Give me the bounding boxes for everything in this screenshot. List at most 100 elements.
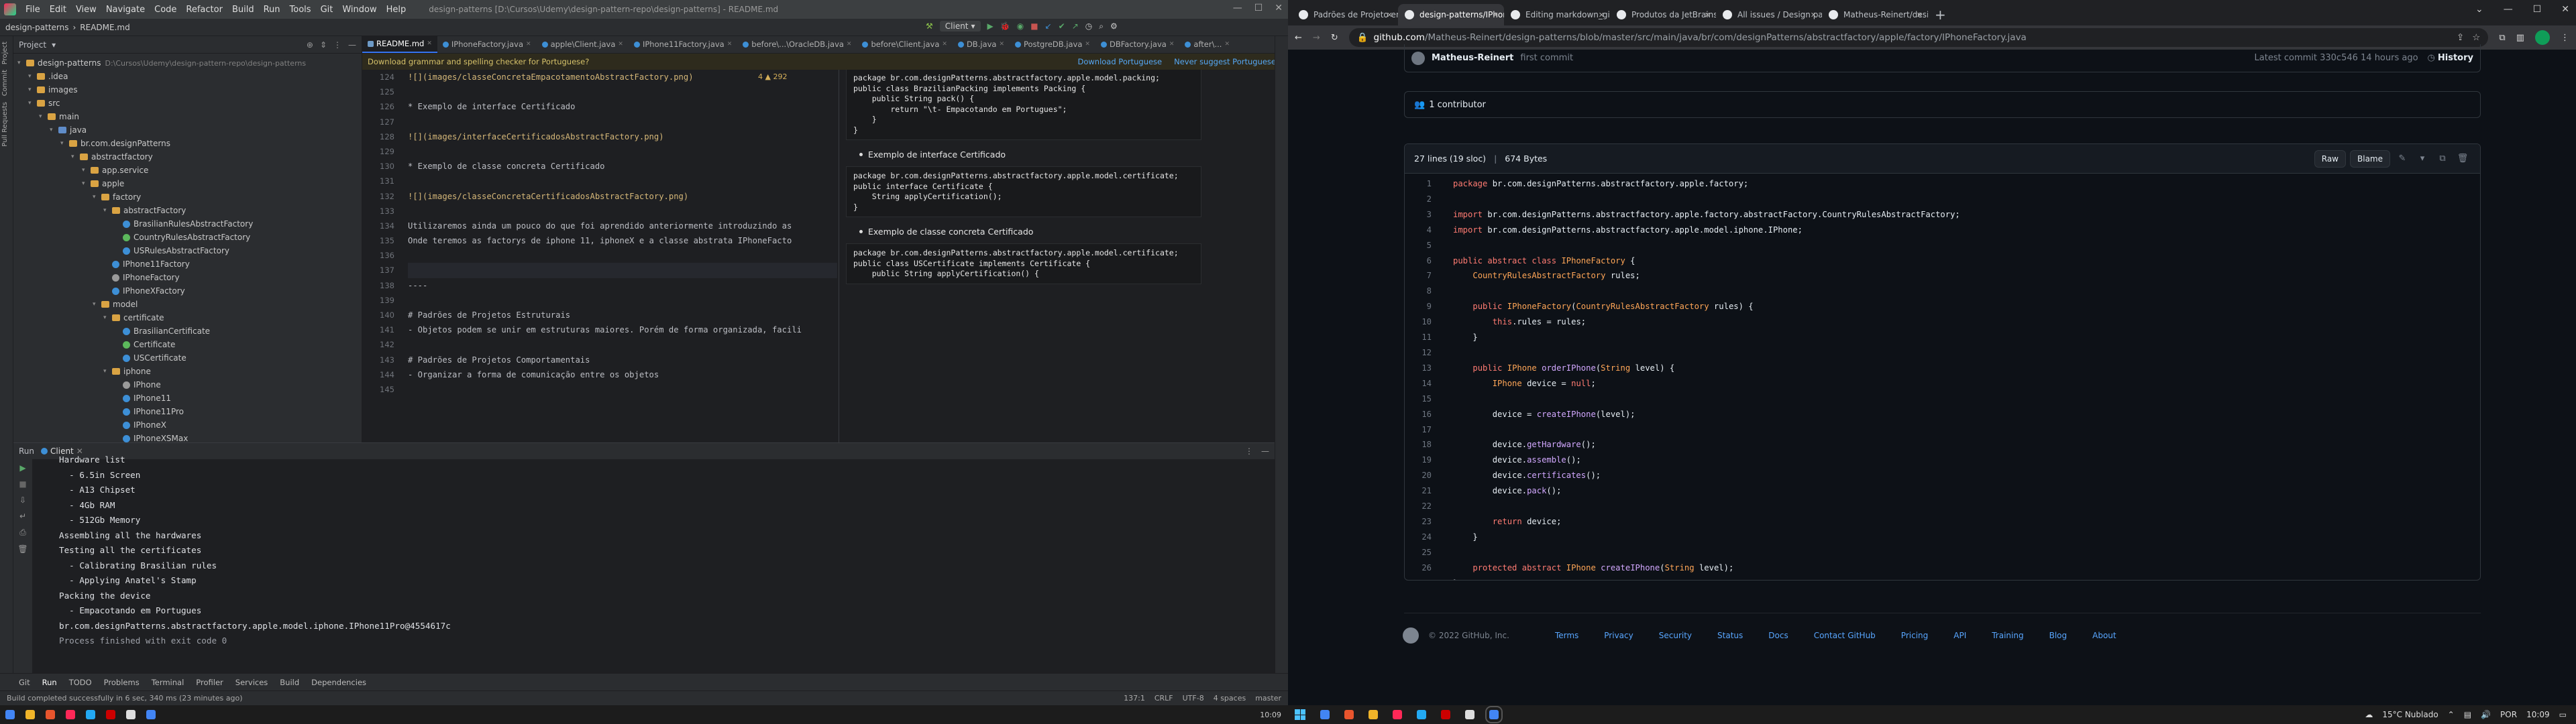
options-icon[interactable]: ⋮	[333, 40, 341, 50]
file-explorer-icon[interactable]	[25, 710, 35, 719]
share-icon[interactable]: ⇪	[2457, 32, 2464, 43]
menu-icon[interactable]: ⋮	[2561, 33, 2569, 43]
tree-item[interactable]: IPhone	[13, 378, 362, 391]
footer-link[interactable]: Training	[1992, 631, 2023, 640]
raw-button[interactable]: Raw	[2314, 149, 2346, 168]
editor-tab[interactable]: before\...\OracleDB.java ✕	[737, 36, 857, 53]
close-icon[interactable]: ✕	[1599, 11, 1605, 19]
code-line[interactable]: # Padrões de Projetos Estruturais	[408, 308, 837, 322]
tree-item[interactable]: ▾ src	[13, 97, 362, 110]
code-line[interactable]: 22	[1405, 499, 2480, 514]
git-branch[interactable]: master	[1255, 694, 1281, 703]
run-icon[interactable]: ▶	[987, 21, 994, 31]
chevron-down-icon[interactable]: ▾	[2414, 151, 2430, 167]
forward-icon[interactable]: →	[1313, 33, 1320, 43]
git-update-icon[interactable]: ↙	[1045, 21, 1052, 31]
download-portuguese-link[interactable]: Download Portuguese	[1077, 57, 1162, 66]
close-icon[interactable]: ✕	[1169, 41, 1175, 48]
code-line[interactable]: 25	[1405, 545, 2480, 560]
close-icon[interactable]: ✕	[727, 41, 733, 48]
trash-icon[interactable]: 🗑	[17, 544, 28, 554]
notion-icon[interactable]	[1465, 710, 1474, 719]
code-line[interactable]: 8	[1405, 284, 2480, 299]
code-line[interactable]	[408, 174, 837, 188]
code-line[interactable]: 27}	[1405, 576, 2480, 580]
chrome-icon[interactable]	[146, 710, 156, 719]
windows-start-icon[interactable]	[1295, 709, 1305, 720]
hide-icon[interactable]: —	[348, 40, 356, 50]
menu-file[interactable]: File	[25, 5, 40, 15]
debug-icon[interactable]: 🐞	[1000, 21, 1010, 31]
github-logo-icon[interactable]	[1403, 627, 1419, 644]
browser-tab[interactable]: design-patterns/IPhoneFactory✕	[1398, 4, 1504, 25]
tree-item[interactable]: IPhoneX	[13, 418, 362, 432]
tree-expand-icon[interactable]: ▾	[103, 207, 110, 214]
print-icon[interactable]: ⎙	[19, 528, 26, 538]
tree-expand-icon[interactable]: ▾	[39, 113, 46, 120]
code-line[interactable]: 21 device.pack();	[1405, 483, 2480, 499]
tree-item[interactable]: ▾ app.service	[13, 164, 362, 177]
tree-item[interactable]: USCertificate	[13, 351, 362, 365]
file-encoding[interactable]: UTF-8	[1183, 694, 1204, 703]
close-icon[interactable]: ✕	[427, 40, 432, 47]
code-line[interactable]: 6 public abstract class IPhoneFactory {	[1405, 253, 2480, 269]
new-tab-button[interactable]: +	[1935, 4, 1946, 25]
code-line[interactable]: ![](images/interfaceCertificadosAbstract…	[408, 129, 837, 144]
tree-item[interactable]: IPhone11Factory	[13, 257, 362, 271]
code-line[interactable]: Utilizaremos ainda um pouco do que foi a…	[408, 219, 837, 233]
code-line[interactable]: * Exemplo de classe concreta Certificado	[408, 159, 837, 174]
opera-icon[interactable]	[1441, 710, 1450, 719]
weather-text[interactable]: 15°C Nublado	[2382, 710, 2438, 719]
menu-git[interactable]: Git	[321, 5, 333, 15]
status-message[interactable]: Build completed successfully in 6 sec, 3…	[7, 694, 243, 703]
footer-link[interactable]: Pricing	[1901, 631, 1928, 640]
project-label[interactable]: Project	[19, 40, 46, 50]
tree-expand-icon[interactable]: ▾	[50, 127, 56, 133]
tree-item[interactable]: Certificate	[13, 338, 362, 351]
bottom-tool-tab[interactable]: Run	[42, 678, 57, 687]
chrome-active-icon[interactable]	[1485, 706, 1503, 723]
bottom-tool-tab[interactable]: TODO	[69, 678, 92, 687]
soft-wrap-icon[interactable]: ↵	[19, 511, 26, 521]
editor-tab[interactable]: PostgreDB.java ✕	[1010, 36, 1095, 53]
run-config-select[interactable]: Client ▾	[939, 21, 981, 32]
profile-avatar[interactable]	[2535, 30, 2550, 45]
code-line[interactable]: 10 this.rules = rules;	[1405, 314, 2480, 330]
tree-expand-icon[interactable]: ▾	[103, 314, 110, 321]
browser-tab[interactable]: All issues / Design patterns✕	[1716, 4, 1822, 25]
back-icon[interactable]: ←	[1295, 33, 1302, 43]
code-line[interactable]: 18 device.getHardware();	[1405, 437, 2480, 452]
intellij-icon[interactable]	[1393, 710, 1402, 719]
copy-icon[interactable]: ⧉	[2434, 151, 2451, 167]
editor-tab[interactable]: DB.java ✕	[953, 36, 1010, 53]
tree-expand-icon[interactable]: ▾	[17, 60, 24, 66]
history-link[interactable]: ◷ History	[2428, 53, 2473, 63]
menu-view[interactable]: View	[76, 5, 97, 15]
code-line[interactable]	[408, 382, 837, 397]
code-line[interactable]: 19 device.assemble();	[1405, 452, 2480, 468]
file-explorer-icon[interactable]	[1368, 710, 1378, 719]
breadcrumb-project[interactable]: design-patterns	[5, 23, 68, 32]
minimize-icon[interactable]: —	[2504, 4, 2513, 15]
tree-item[interactable]: ▾ certificate	[13, 311, 362, 324]
contributors-count[interactable]: 1 contributor	[1429, 100, 1486, 110]
code-line[interactable]	[408, 204, 837, 219]
brave-icon[interactable]	[1344, 710, 1354, 719]
maximize-icon[interactable]: ☐	[2533, 4, 2542, 15]
tree-expand-icon[interactable]: ▾	[28, 100, 35, 107]
chrome-icon[interactable]	[1320, 710, 1330, 719]
commit-author[interactable]: Matheus-Reinert	[1432, 53, 1513, 63]
footer-link[interactable]: Status	[1717, 631, 1743, 640]
close-icon[interactable]: ✕	[618, 41, 623, 48]
close-icon[interactable]: ✕	[999, 41, 1004, 48]
tab-search-icon[interactable]: ⌄	[2475, 4, 2483, 15]
vscode-icon[interactable]	[86, 710, 95, 719]
clock[interactable]: 10:09	[2526, 710, 2550, 719]
code-line[interactable]: 2	[1405, 192, 2480, 207]
code-line[interactable]: ----	[408, 278, 837, 293]
footer-link[interactable]: Privacy	[1604, 631, 1633, 640]
close-icon[interactable]: ✕	[2561, 4, 2569, 15]
menu-code[interactable]: Code	[154, 5, 176, 15]
tree-item[interactable]: ▾ java	[13, 123, 362, 137]
close-icon[interactable]: ✕	[1493, 11, 1499, 19]
